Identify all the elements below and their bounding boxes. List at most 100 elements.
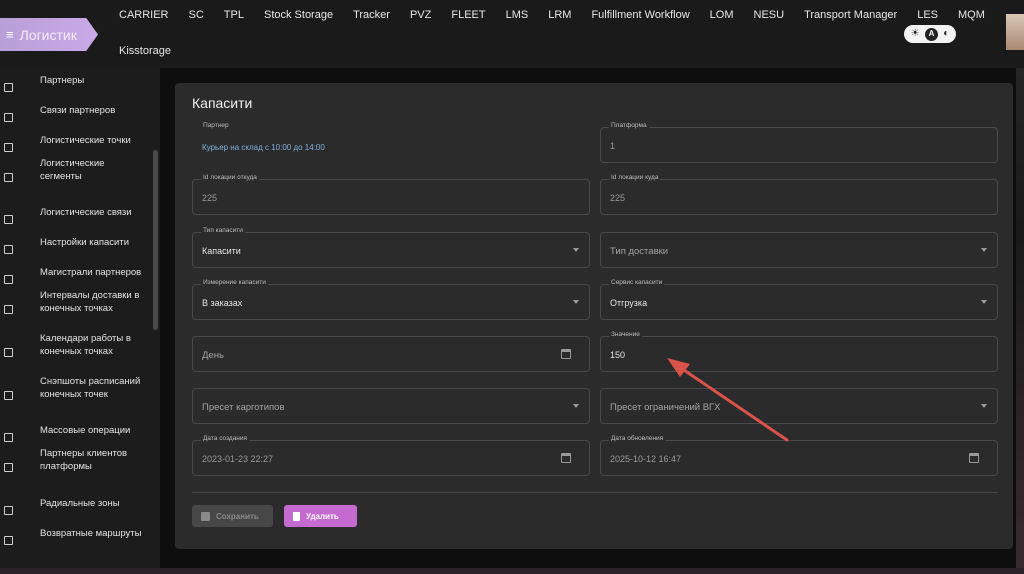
nav-item-tpl[interactable]: TPL	[224, 9, 244, 21]
sidebar-item-label: Возвратные маршруты	[40, 527, 142, 539]
nav-item-pvz[interactable]: PVZ	[410, 9, 431, 21]
sidebar-item-label: Радиальные зоны	[40, 497, 120, 509]
created-label: Дата создания	[201, 435, 250, 442]
location-from-label: Id локации откуда	[201, 174, 259, 181]
nav-item-stock-storage[interactable]: Stock Storage	[264, 9, 333, 21]
sidebar-scrollbar[interactable]	[153, 150, 158, 330]
location-to-value: 225	[610, 193, 626, 203]
capacity-type-select[interactable]: Тип капасити Капасити	[192, 227, 590, 268]
nav-item-nesu[interactable]: NESU	[754, 9, 785, 21]
platform-label: Платформа	[609, 122, 649, 129]
nav-item-mqm[interactable]: MQM	[958, 9, 985, 21]
capacity-measure-select[interactable]: Измерение капасити В заказах	[192, 279, 590, 320]
chevron-down-icon[interactable]	[981, 300, 987, 304]
sidebar-item-icon	[4, 245, 13, 254]
menu-icon[interactable]: ≡	[6, 27, 14, 42]
nav-item-tracker[interactable]: Tracker	[353, 9, 390, 21]
theme-toggle[interactable]: ☀ A ◐	[904, 25, 956, 43]
sidebar-item-label: Массовые операции	[40, 424, 131, 436]
calendar-icon[interactable]	[561, 349, 571, 359]
nav-item-transport-manager[interactable]: Transport Manager	[804, 9, 897, 21]
platform-value: 1	[610, 141, 616, 151]
sidebar-item-label: Партнеры	[40, 74, 85, 86]
partner-label: Партнер	[203, 122, 229, 129]
sidebar-item-label: Магистрали партнеров	[40, 266, 142, 278]
capacity-type-label: Тип капасити	[201, 227, 245, 234]
form-divider	[192, 492, 998, 493]
updated-date-field[interactable]: Дата обновления 2025-10-12 16:47	[600, 435, 998, 476]
created-date-field[interactable]: Дата создания 2023-01-23 22:27	[192, 435, 590, 476]
value-value[interactable]: 150	[610, 350, 625, 360]
capacity-service-select[interactable]: Сервис капасити Отгрузка	[600, 279, 998, 320]
day-placeholder: День	[202, 350, 224, 361]
cargo-preset-select[interactable]: Пресет карготипов	[192, 388, 590, 424]
trash-icon	[293, 511, 300, 521]
capacity-measure-label: Измерение капасити	[201, 279, 268, 286]
page-title: Капасити	[192, 95, 253, 111]
app-logo[interactable]: ≡ Логистик	[0, 18, 98, 51]
save-button-label: Сохранить	[216, 511, 259, 521]
value-input[interactable]: Значение 150	[600, 331, 998, 372]
chevron-down-icon[interactable]	[573, 404, 579, 408]
sun-icon[interactable]: ☀	[911, 29, 920, 39]
logo-text: Логистик	[19, 26, 77, 43]
sidebar-item-icon	[4, 348, 13, 357]
vgh-preset-placeholder: Пресет ограничений ВГХ	[610, 402, 721, 413]
delete-button[interactable]: Удалить	[284, 505, 357, 527]
delivery-type-select[interactable]: Тип доставки	[600, 232, 998, 268]
day-date-picker[interactable]: День	[192, 336, 590, 372]
save-icon	[201, 511, 210, 521]
chevron-down-icon[interactable]	[981, 248, 987, 252]
sidebar-item-label: Снэпшоты расписаний конечных точек	[40, 376, 141, 400]
sidebar-item-label: Партнеры клиентов платформы	[40, 448, 128, 472]
location-from-field[interactable]: Id локации откуда 225	[192, 174, 590, 215]
capacity-measure-value: В заказах	[202, 298, 243, 308]
updated-value: 2025-10-12 16:47	[610, 454, 682, 464]
chevron-down-icon[interactable]	[981, 404, 987, 408]
sidebar-item-icon	[4, 113, 13, 122]
moon-icon[interactable]: ◐	[943, 29, 949, 39]
chevron-down-icon[interactable]	[573, 300, 579, 304]
nav-item-sc[interactable]: SC	[189, 9, 204, 21]
sidebar-item-label: Логистические связи	[40, 206, 132, 218]
vgh-preset-select[interactable]: Пресет ограничений ВГХ	[600, 388, 998, 424]
value-label: Значение	[609, 331, 642, 338]
sidebar-item-icon	[4, 433, 13, 442]
frame-edge-right	[1016, 0, 1024, 574]
nav-item-les[interactable]: LES	[917, 9, 938, 21]
chevron-down-icon[interactable]	[573, 248, 579, 252]
save-button[interactable]: Сохранить	[192, 505, 273, 527]
nav-item-lom[interactable]: LOM	[710, 9, 734, 21]
auto-theme-icon[interactable]: A	[924, 27, 938, 41]
sidebar-item-label: Настройки капасити	[40, 236, 130, 248]
cargo-preset-placeholder: Пресет карготипов	[202, 402, 285, 413]
partner-field[interactable]: Партнер Курьер на склад с 10:00 до 14:00	[192, 122, 590, 163]
nav-item-fulfillment-workflow[interactable]: Fulfillment Workflow	[591, 9, 689, 21]
delivery-type-placeholder: Тип доставки	[610, 246, 669, 257]
nav-item-lrm[interactable]: LRM	[548, 9, 571, 21]
calendar-icon[interactable]	[561, 453, 571, 463]
delete-button-label: Удалить	[306, 511, 339, 521]
capacity-form-card: Капасити Партнер Курьер на склад с 10:00…	[175, 83, 1013, 549]
sidebar-item-icon	[4, 173, 13, 182]
nav-item-lms[interactable]: LMS	[506, 9, 529, 21]
nav-item-kisstorage[interactable]: Kisstorage	[119, 45, 171, 57]
sidebar-item-icon	[4, 463, 13, 472]
main-nav: CARRIER SC TPL Stock Storage Tracker PVZ…	[119, 9, 1005, 21]
nav-item-carrier[interactable]: CARRIER	[119, 9, 169, 21]
created-value: 2023-01-23 22:27	[202, 454, 274, 464]
sidebar-item-label: Логистические сегменты	[40, 158, 105, 182]
sidebar-item-label: Календари работы в конечных точках	[40, 333, 131, 357]
top-bar: ≡ Логистик CARRIER SC TPL Stock Storage …	[0, 0, 1024, 68]
calendar-icon[interactable]	[969, 453, 979, 463]
nav-item-fleet[interactable]: FLEET	[451, 9, 485, 21]
frame-edge-bottom	[0, 568, 1024, 574]
sidebar-item-icon	[4, 536, 13, 545]
avatar[interactable]	[1006, 14, 1024, 50]
sidebar-item-icon	[4, 215, 13, 224]
location-to-field[interactable]: Id локации куда 225	[600, 174, 998, 215]
location-to-label: Id локации куда	[609, 174, 661, 181]
platform-field[interactable]: Платформа 1	[600, 122, 998, 163]
partner-link[interactable]: Курьер на склад с 10:00 до 14:00	[202, 143, 325, 152]
sidebar-item-icon	[4, 305, 13, 314]
